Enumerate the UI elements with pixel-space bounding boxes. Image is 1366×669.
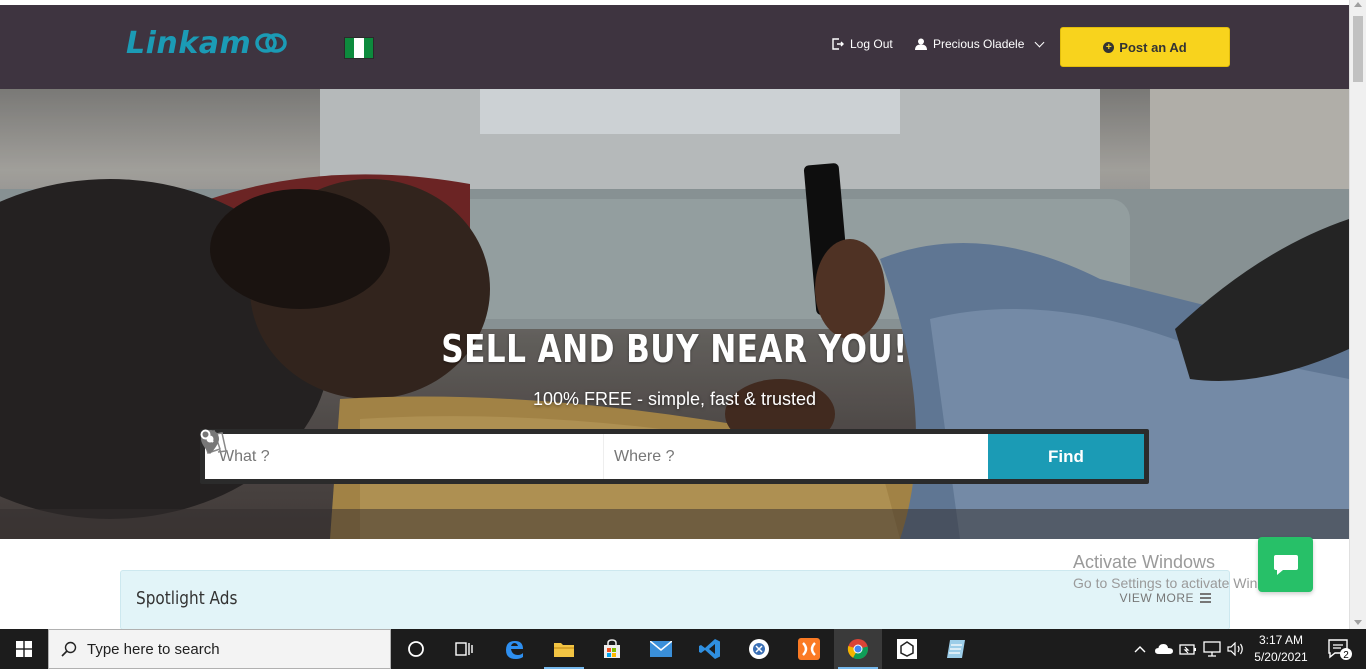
windows-logo-icon: [16, 641, 32, 657]
where-placeholder: Where ?: [614, 447, 675, 465]
logout-link[interactable]: Log Out: [832, 37, 893, 51]
search-icon: [61, 641, 77, 657]
mail-button[interactable]: [637, 629, 685, 669]
taskbar-search-placeholder: Type here to search: [87, 640, 220, 658]
network-icon: [1203, 641, 1221, 657]
find-label: Find: [1048, 446, 1084, 466]
hero-title: SELL AND BUY NEAR YOU!: [441, 327, 908, 371]
logout-icon: [832, 38, 844, 50]
chevron-up-icon: [1134, 646, 1146, 653]
chat-button[interactable]: [1258, 537, 1313, 592]
logout-label: Log Out: [850, 37, 893, 51]
edge-button[interactable]: [490, 629, 538, 669]
where-input[interactable]: Where ?: [201, 430, 988, 479]
site-header: Linkam Log Out Precious Oladele + Post a…: [0, 5, 1349, 89]
vscode-icon: [699, 639, 720, 659]
xampp-icon: [798, 638, 820, 660]
view-more-link[interactable]: VIEW MORE: [1119, 591, 1211, 605]
post-ad-label: Post an Ad: [1119, 39, 1187, 55]
clock-date: 5/20/2021: [1254, 650, 1308, 664]
sublime-icon: [749, 639, 769, 659]
sublime-button[interactable]: [735, 629, 783, 669]
vscode-button[interactable]: [686, 629, 734, 669]
edge-icon: [506, 641, 523, 659]
notification-count: 2: [1343, 650, 1349, 661]
logo-text: Linkam: [126, 25, 252, 61]
view-more-label: VIEW MORE: [1119, 591, 1194, 605]
onedrive-tray[interactable]: [1153, 629, 1175, 669]
user-icon: [915, 38, 927, 50]
cortana-icon: [408, 641, 424, 657]
scroll-thumb[interactable]: [1353, 16, 1363, 82]
file-explorer-icon: [554, 643, 574, 657]
chat-bubble-icon: [1273, 554, 1298, 575]
nigeria-flag-icon[interactable]: [344, 37, 374, 59]
windows-taskbar: Type here to search 3:17 AM 5/20/2021 2: [0, 629, 1366, 669]
post-ad-button[interactable]: + Post an Ad: [1060, 27, 1230, 67]
taskbar-search-box[interactable]: Type here to search: [48, 629, 391, 669]
user-name: Precious Oladele: [933, 37, 1025, 51]
spotlight-ads-panel: Spotlight Ads VIEW MORE: [120, 570, 1230, 630]
notepad-button[interactable]: [932, 629, 980, 669]
search-bar: What ? Where ? Find: [200, 429, 1149, 484]
network-tray[interactable]: [1201, 629, 1223, 669]
start-button[interactable]: [0, 629, 48, 669]
list-icon: [1200, 593, 1211, 603]
battery-plug-icon: [1179, 644, 1196, 655]
cloud-icon: [1155, 644, 1173, 654]
hero-subtitle: 100% FREE - simple, fast & trusted: [532, 389, 817, 409]
unity-icon: [897, 639, 917, 659]
chevron-down-icon: [1034, 37, 1045, 47]
action-center-button[interactable]: 2: [1320, 629, 1360, 669]
site-logo[interactable]: Linkam: [126, 23, 287, 63]
mail-icon: [650, 641, 672, 657]
plus-circle-icon: +: [1103, 41, 1115, 53]
hero-banner: SELL AND BUY NEAR YOU! 100% FREE - simpl…: [0, 89, 1349, 539]
notepad-icon: [947, 640, 965, 658]
show-hidden-icons-button[interactable]: [1131, 629, 1149, 669]
spotlight-title: Spotlight Ads: [136, 588, 238, 609]
chrome-button[interactable]: [834, 629, 882, 669]
clock-time: 3:17 AM: [1258, 633, 1304, 647]
store-button[interactable]: [588, 629, 636, 669]
what-input[interactable]: What ?: [201, 430, 604, 479]
volume-icon: [1227, 642, 1243, 656]
xampp-button[interactable]: [785, 629, 833, 669]
user-menu[interactable]: Precious Oladele: [915, 37, 1045, 51]
search-icon: [200, 429, 214, 443]
task-view-icon: [455, 642, 473, 656]
power-tray[interactable]: [1177, 629, 1199, 669]
find-button[interactable]: Find: [200, 429, 1144, 479]
taskbar-clock[interactable]: 3:17 AM 5/20/2021: [1253, 632, 1309, 666]
scroll-up-icon[interactable]: [1354, 2, 1362, 7]
task-view-button[interactable]: [440, 629, 488, 669]
link-chain-icon: [255, 33, 287, 53]
store-icon: [604, 639, 620, 658]
chrome-icon: [847, 639, 869, 660]
cortana-button[interactable]: [392, 629, 440, 669]
scroll-down-icon[interactable]: [1354, 620, 1362, 625]
file-explorer-button[interactable]: [540, 629, 588, 669]
unity-button[interactable]: [883, 629, 931, 669]
notification-icon: 2: [1328, 639, 1352, 661]
page-scrollbar[interactable]: [1349, 0, 1366, 629]
volume-tray[interactable]: [1225, 629, 1247, 669]
